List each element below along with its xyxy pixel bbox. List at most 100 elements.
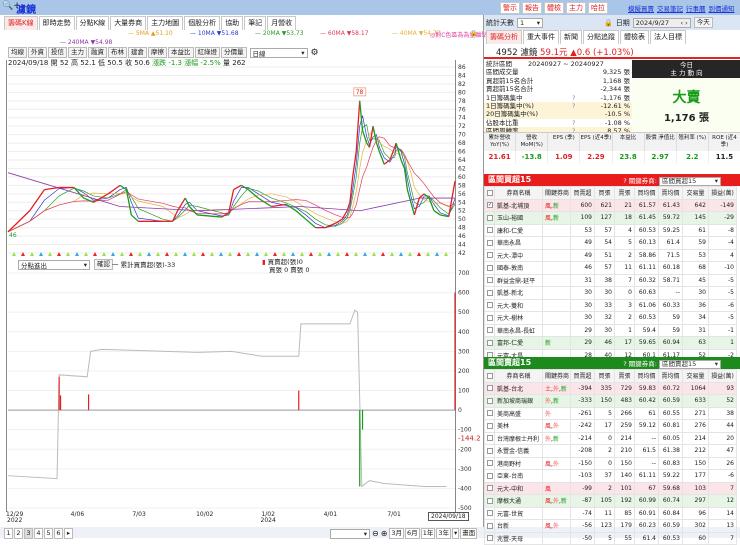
row-checkbox[interactable] <box>487 214 493 221</box>
table-row[interactable]: 台灣摩根士丹利 外,新 -214 0 214 -- 60.05 214 20 <box>484 431 737 445</box>
table-row[interactable]: 港商野村 風,外 -150 0 150 -- 60.83 150 26 <box>484 456 737 470</box>
table-row[interactable]: 華南永昌-長虹 29 30 1 59.4 59 31 -1 <box>484 323 737 337</box>
broker-name[interactable]: 兆豐-天母 <box>494 531 543 545</box>
row-checkbox[interactable] <box>487 510 493 517</box>
row-checkbox-cell[interactable] <box>484 531 495 545</box>
help-icon[interactable]: ? <box>572 94 575 102</box>
right-tab[interactable]: 籌碼分析 <box>486 30 522 44</box>
broker-name[interactable]: 群益金鼎-延平 <box>494 273 543 287</box>
row-checkbox-cell[interactable] <box>484 506 495 520</box>
broker-name[interactable]: 華南永昌-長虹 <box>494 323 543 337</box>
days-select[interactable]: 1 ▾ <box>517 17 543 28</box>
table-row[interactable]: 元大-中和風 -99 2 101 67 59.68 103 7 <box>484 481 737 495</box>
table-row[interactable]: 元大-樹林 30 32 2 60.53 59 34 -5 <box>484 311 737 325</box>
row-checkbox-cell[interactable] <box>484 223 495 237</box>
row-checkbox[interactable] <box>487 264 493 271</box>
row-checkbox-cell[interactable] <box>484 456 495 470</box>
table-row[interactable]: 元大-潭中 49 51 2 58.86 71.5 53 4 <box>484 248 737 262</box>
gear-icon[interactable]: ⚙ <box>311 48 319 58</box>
indicator-button[interactable]: 融資 <box>88 47 107 58</box>
row-checkbox-cell[interactable] <box>484 236 495 250</box>
tab[interactable]: 分點K線 <box>75 16 110 30</box>
top-link[interactable]: 模擬買賣 <box>628 5 654 13</box>
lock-icon[interactable]: 🔒 <box>470 30 477 37</box>
broker-name[interactable]: 國泰-敦南 <box>494 261 543 275</box>
table-row[interactable]: 美商高盛外 -261 5 266 61 60.55 271 38 <box>484 406 737 420</box>
top-button[interactable]: 警示 <box>500 2 520 14</box>
row-checkbox-cell[interactable] <box>484 336 495 350</box>
key-broker-select[interactable]: 區間買超15 ▾ <box>659 176 721 186</box>
table-row[interactable]: ✓ 凱基-北埔頂 風,新 600 621 21 61.57 61.43 642 -149 <box>484 198 737 212</box>
row-checkbox[interactable] <box>487 485 493 492</box>
row-checkbox[interactable] <box>487 385 493 392</box>
help-icon[interactable]: ? <box>572 119 575 127</box>
broker-name[interactable]: 港商野村 <box>494 456 543 470</box>
table-row[interactable]: 國泰-敦南 46 57 11 61.11 60.18 68 -10 <box>484 261 737 275</box>
range-button[interactable]: 6月 <box>405 528 420 539</box>
table-row[interactable]: 美林 風,外 -242 17 259 59.12 60.81 276 44 <box>484 419 737 433</box>
page-button[interactable]: 3 <box>24 528 33 539</box>
indicator-button[interactable]: 布林 <box>108 47 127 58</box>
top-button[interactable]: 報告 <box>522 2 542 14</box>
row-checkbox-cell[interactable] <box>484 381 495 395</box>
table-row[interactable]: 富邦-仁愛新 29 46 17 59.65 60.94 63 1 <box>484 336 737 350</box>
broker-name[interactable]: 凱基-新北 <box>494 286 543 300</box>
row-checkbox-cell[interactable] <box>484 211 495 225</box>
right-tab[interactable]: 分點追蹤 <box>583 30 619 44</box>
row-checkbox[interactable] <box>487 472 493 479</box>
tab[interactable]: 籌碼K線 <box>4 16 38 30</box>
row-checkbox[interactable] <box>487 314 493 321</box>
row-checkbox[interactable] <box>487 447 493 454</box>
top-link[interactable]: 行事曆 <box>686 5 706 13</box>
row-checkbox-cell[interactable] <box>484 394 495 408</box>
row-checkbox-cell[interactable] <box>484 323 495 337</box>
broker-name[interactable]: 亞東-台南 <box>494 469 543 483</box>
page-button[interactable]: 5 <box>44 528 53 539</box>
row-checkbox-cell[interactable] <box>484 444 495 458</box>
row-checkbox[interactable] <box>487 239 493 246</box>
row-checkbox[interactable] <box>487 289 493 296</box>
row-checkbox[interactable] <box>487 252 493 259</box>
row-checkbox-cell[interactable] <box>484 248 495 262</box>
indicator-button[interactable]: 紅綠燈 <box>194 47 220 58</box>
broker-name[interactable]: 凱基-北埔頂 <box>494 198 543 212</box>
table-row[interactable]: 凱基-新北 30 30 0 60.63 -- 30 -5 <box>484 286 737 300</box>
broker-name[interactable]: 元富-世貿 <box>494 506 543 520</box>
row-checkbox-cell[interactable] <box>484 419 495 433</box>
tab[interactable]: 主力地圖 <box>147 16 184 30</box>
zoom-out-icon[interactable]: ⊖ <box>372 529 379 538</box>
broker-name[interactable]: 元大-中和 <box>494 481 543 495</box>
indicator-button[interactable]: 投信 <box>48 47 67 58</box>
select-all-checkbox[interactable] <box>487 189 493 196</box>
indicator-button[interactable]: 外資 <box>28 47 47 58</box>
row-checkbox[interactable] <box>487 435 493 442</box>
row-checkbox[interactable] <box>487 460 493 467</box>
right-tab[interactable]: 體檢表 <box>620 30 649 44</box>
tab[interactable]: 月營收 <box>267 16 297 30</box>
table-row[interactable]: 華南永昌 49 54 5 60.13 61.4 59 -4 <box>484 236 737 250</box>
broker-name[interactable]: 元大-雙和 <box>494 298 543 312</box>
table-row[interactable]: 元富-世貿 -74 11 85 60.91 60.84 96 14 <box>484 506 737 520</box>
broker-name[interactable]: 新加坡商瑞銀 <box>494 394 543 408</box>
row-checkbox-cell[interactable] <box>484 494 495 508</box>
lock-icon[interactable]: 🔒 <box>604 19 613 27</box>
range-button[interactable]: 3月 <box>389 528 405 539</box>
top-link[interactable]: 交易筆記 <box>657 5 683 13</box>
broker-chart[interactable]: 700 600 500 400 300 200 100 0 -100 -200 -300 -400 -5… <box>0 262 483 512</box>
table-row[interactable]: 元大-雙和 30 33 3 61.06 60.33 36 -6 <box>484 298 737 312</box>
range-button[interactable]: ▾ <box>451 528 460 539</box>
column-header[interactable] <box>484 186 495 200</box>
right-tab[interactable]: 重大事件 <box>523 30 559 44</box>
row-checkbox[interactable] <box>487 397 493 404</box>
table-row[interactable]: 玉山-裕國 風,新 109 127 18 61.45 59.72 145 -29 <box>484 211 737 225</box>
table-row[interactable]: 新加坡商瑞銀 外,新 -333 150 483 60.42 60.59 633 52 <box>484 394 737 408</box>
period-select[interactable]: 日線 ▾ <box>249 47 308 58</box>
price-chart[interactable]: 8684828078767472706866646260585654525048… <box>0 60 483 260</box>
row-checkbox[interactable]: ✓ <box>487 202 493 209</box>
table-row[interactable]: 凱基-台北 土,外,新 -394 335 729 59.83 60.72 1064 93 <box>484 381 737 395</box>
top-link[interactable]: 到價通知 <box>709 5 735 13</box>
indicator-button[interactable]: 摩擦 <box>148 47 167 58</box>
row-checkbox[interactable] <box>487 422 493 429</box>
top-button[interactable]: 哈拉 <box>588 2 608 14</box>
indicator-button[interactable]: 建倉 <box>128 47 147 58</box>
